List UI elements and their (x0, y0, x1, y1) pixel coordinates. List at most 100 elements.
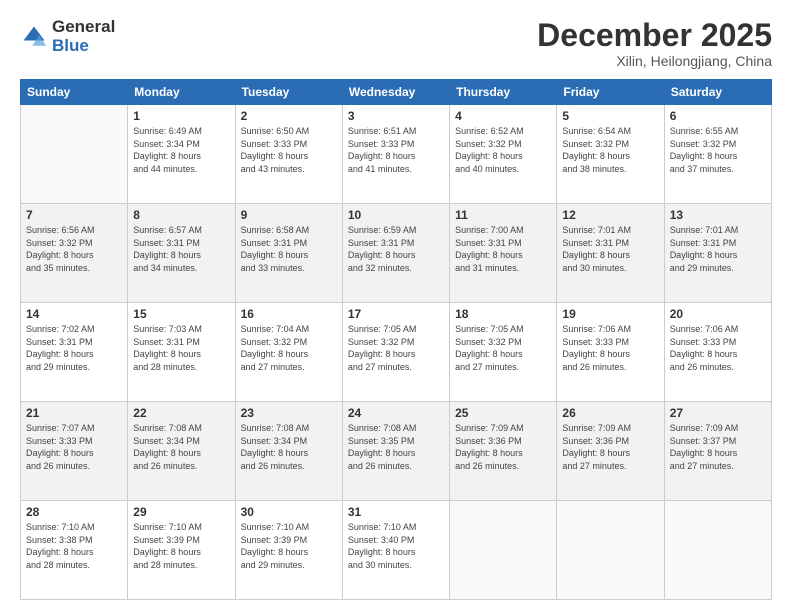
day-number: 13 (670, 208, 766, 222)
title-block: December 2025 Xilin, Heilongjiang, China (537, 18, 772, 69)
day-cell: 11 Sunrise: 7:00 AM Sunset: 3:31 PM Dayli… (450, 204, 557, 303)
day-info: Sunrise: 6:59 AM Sunset: 3:31 PM Dayligh… (348, 224, 444, 274)
page: General Blue December 2025 Xilin, Heilon… (0, 0, 792, 612)
header: General Blue December 2025 Xilin, Heilon… (20, 18, 772, 69)
day-number: 11 (455, 208, 551, 222)
header-cell-sunday: Sunday (21, 80, 128, 105)
day-cell: 24 Sunrise: 7:08 AM Sunset: 3:35 PM Dayli… (342, 402, 449, 501)
week-row-1: 1Sunrise: 6:49 AM Sunset: 3:34 PM Daylig… (21, 105, 772, 204)
day-number: 10 (348, 208, 444, 222)
day-cell: 20 Sunrise: 7:06 AM Sunset: 3:33 PM Dayli… (664, 303, 771, 402)
day-info: Sunrise: 7:07 AM Sunset: 3:33 PM Dayligh… (26, 422, 122, 472)
day-number: 24 (348, 406, 444, 420)
day-cell: 22 Sunrise: 7:08 AM Sunset: 3:34 PM Dayli… (128, 402, 235, 501)
day-number: 29 (133, 505, 229, 519)
header-cell-tuesday: Tuesday (235, 80, 342, 105)
day-cell: 6 Sunrise: 6:55 AM Sunset: 3:32 PM Daylig… (664, 105, 771, 204)
day-number: 26 (562, 406, 658, 420)
day-info: Sunrise: 7:10 AM Sunset: 3:40 PM Dayligh… (348, 521, 444, 571)
day-cell: 26 Sunrise: 7:09 AM Sunset: 3:36 PM Dayli… (557, 402, 664, 501)
day-info: Sunrise: 7:09 AM Sunset: 3:37 PM Dayligh… (670, 422, 766, 472)
header-cell-saturday: Saturday (664, 80, 771, 105)
day-cell: 19 Sunrise: 7:06 AM Sunset: 3:33 PM Dayli… (557, 303, 664, 402)
day-cell: 10 Sunrise: 6:59 AM Sunset: 3:31 PM Dayli… (342, 204, 449, 303)
day-number: 21 (26, 406, 122, 420)
day-info: Sunrise: 7:00 AM Sunset: 3:31 PM Dayligh… (455, 224, 551, 274)
day-cell: 5Sunrise: 6:54 AM Sunset: 3:32 PM Daylig… (557, 105, 664, 204)
day-cell: 23 Sunrise: 7:08 AM Sunset: 3:34 PM Dayli… (235, 402, 342, 501)
calendar-table: SundayMondayTuesdayWednesdayThursdayFrid… (20, 79, 772, 600)
logo: General Blue (20, 18, 115, 55)
day-number: 9 (241, 208, 337, 222)
header-row: SundayMondayTuesdayWednesdayThursdayFrid… (21, 80, 772, 105)
day-number: 18 (455, 307, 551, 321)
day-cell: 31Sunrise: 7:10 AM Sunset: 3:40 PM Dayli… (342, 501, 449, 600)
day-info: Sunrise: 6:49 AM Sunset: 3:34 PM Dayligh… (133, 125, 229, 175)
day-info: Sunrise: 7:10 AM Sunset: 3:38 PM Dayligh… (26, 521, 122, 571)
day-info: Sunrise: 7:09 AM Sunset: 3:36 PM Dayligh… (562, 422, 658, 472)
day-info: Sunrise: 7:08 AM Sunset: 3:35 PM Dayligh… (348, 422, 444, 472)
day-number: 19 (562, 307, 658, 321)
day-number: 28 (26, 505, 122, 519)
day-cell: 29Sunrise: 7:10 AM Sunset: 3:39 PM Dayli… (128, 501, 235, 600)
logo-blue: Blue (52, 37, 115, 56)
day-cell: 25 Sunrise: 7:09 AM Sunset: 3:36 PM Dayli… (450, 402, 557, 501)
day-number: 4 (455, 109, 551, 123)
week-row-2: 7Sunrise: 6:56 AM Sunset: 3:32 PM Daylig… (21, 204, 772, 303)
day-info: Sunrise: 7:08 AM Sunset: 3:34 PM Dayligh… (241, 422, 337, 472)
day-cell: 13 Sunrise: 7:01 AM Sunset: 3:31 PM Dayli… (664, 204, 771, 303)
day-number: 20 (670, 307, 766, 321)
day-info: Sunrise: 7:05 AM Sunset: 3:32 PM Dayligh… (348, 323, 444, 373)
day-cell: 21 Sunrise: 7:07 AM Sunset: 3:33 PM Dayli… (21, 402, 128, 501)
day-info: Sunrise: 6:58 AM Sunset: 3:31 PM Dayligh… (241, 224, 337, 274)
day-info: Sunrise: 7:02 AM Sunset: 3:31 PM Dayligh… (26, 323, 122, 373)
day-number: 22 (133, 406, 229, 420)
day-number: 6 (670, 109, 766, 123)
day-cell: 17Sunrise: 7:05 AM Sunset: 3:32 PM Dayli… (342, 303, 449, 402)
week-row-4: 21 Sunrise: 7:07 AM Sunset: 3:33 PM Dayli… (21, 402, 772, 501)
header-cell-monday: Monday (128, 80, 235, 105)
day-cell: 8Sunrise: 6:57 AM Sunset: 3:31 PM Daylig… (128, 204, 235, 303)
logo-icon (20, 23, 48, 51)
day-info: Sunrise: 6:55 AM Sunset: 3:32 PM Dayligh… (670, 125, 766, 175)
day-cell (21, 105, 128, 204)
day-cell: 7Sunrise: 6:56 AM Sunset: 3:32 PM Daylig… (21, 204, 128, 303)
day-cell: 15Sunrise: 7:03 AM Sunset: 3:31 PM Dayli… (128, 303, 235, 402)
day-info: Sunrise: 7:10 AM Sunset: 3:39 PM Dayligh… (241, 521, 337, 571)
day-cell (450, 501, 557, 600)
day-info: Sunrise: 6:50 AM Sunset: 3:33 PM Dayligh… (241, 125, 337, 175)
week-row-5: 28 Sunrise: 7:10 AM Sunset: 3:38 PM Dayli… (21, 501, 772, 600)
header-cell-thursday: Thursday (450, 80, 557, 105)
month-title: December 2025 (537, 18, 772, 53)
day-info: Sunrise: 7:06 AM Sunset: 3:33 PM Dayligh… (562, 323, 658, 373)
day-info: Sunrise: 7:09 AM Sunset: 3:36 PM Dayligh… (455, 422, 551, 472)
day-number: 27 (670, 406, 766, 420)
day-info: Sunrise: 6:51 AM Sunset: 3:33 PM Dayligh… (348, 125, 444, 175)
day-cell: 2 Sunrise: 6:50 AM Sunset: 3:33 PM Daylig… (235, 105, 342, 204)
header-cell-wednesday: Wednesday (342, 80, 449, 105)
day-info: Sunrise: 7:08 AM Sunset: 3:34 PM Dayligh… (133, 422, 229, 472)
day-cell: 4Sunrise: 6:52 AM Sunset: 3:32 PM Daylig… (450, 105, 557, 204)
day-cell (557, 501, 664, 600)
day-cell: 14Sunrise: 7:02 AM Sunset: 3:31 PM Dayli… (21, 303, 128, 402)
week-row-3: 14Sunrise: 7:02 AM Sunset: 3:31 PM Dayli… (21, 303, 772, 402)
day-cell: 9 Sunrise: 6:58 AM Sunset: 3:31 PM Daylig… (235, 204, 342, 303)
day-info: Sunrise: 6:56 AM Sunset: 3:32 PM Dayligh… (26, 224, 122, 274)
location-subtitle: Xilin, Heilongjiang, China (537, 53, 772, 69)
day-info: Sunrise: 7:06 AM Sunset: 3:33 PM Dayligh… (670, 323, 766, 373)
day-cell: 28 Sunrise: 7:10 AM Sunset: 3:38 PM Dayli… (21, 501, 128, 600)
day-number: 23 (241, 406, 337, 420)
day-info: Sunrise: 7:03 AM Sunset: 3:31 PM Dayligh… (133, 323, 229, 373)
day-cell: 1Sunrise: 6:49 AM Sunset: 3:34 PM Daylig… (128, 105, 235, 204)
day-cell: 18Sunrise: 7:05 AM Sunset: 3:32 PM Dayli… (450, 303, 557, 402)
day-info: Sunrise: 7:04 AM Sunset: 3:32 PM Dayligh… (241, 323, 337, 373)
day-info: Sunrise: 7:01 AM Sunset: 3:31 PM Dayligh… (562, 224, 658, 274)
logo-text: General Blue (52, 18, 115, 55)
day-cell: 3Sunrise: 6:51 AM Sunset: 3:33 PM Daylig… (342, 105, 449, 204)
day-number: 16 (241, 307, 337, 321)
day-info: Sunrise: 7:01 AM Sunset: 3:31 PM Dayligh… (670, 224, 766, 274)
day-number: 2 (241, 109, 337, 123)
day-cell: 27 Sunrise: 7:09 AM Sunset: 3:37 PM Dayli… (664, 402, 771, 501)
day-cell: 30Sunrise: 7:10 AM Sunset: 3:39 PM Dayli… (235, 501, 342, 600)
day-number: 25 (455, 406, 551, 420)
